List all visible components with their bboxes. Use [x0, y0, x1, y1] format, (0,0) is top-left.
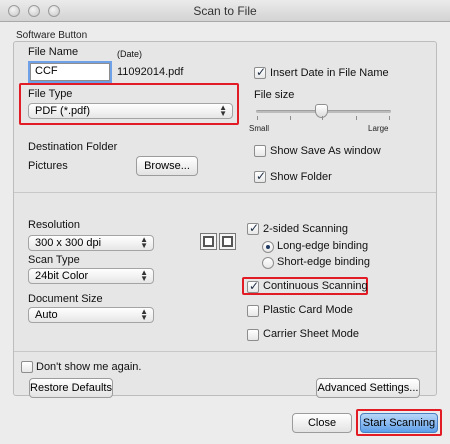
continuous-scanning-label: Continuous Scanning	[263, 280, 368, 292]
plastic-card-checkbox[interactable]	[247, 305, 259, 317]
document-size-select[interactable]: Auto ▲ ▼	[28, 307, 154, 323]
document-size-value: Auto	[35, 309, 58, 321]
scan-type-label: Scan Type	[28, 254, 80, 266]
window-title: Scan to File	[193, 4, 257, 18]
file-size-large-label: Large	[368, 124, 389, 133]
scan-type-value: 24bit Color	[35, 270, 89, 282]
show-save-as-label: Show Save As window	[270, 145, 381, 157]
short-edge-label: Short-edge binding	[277, 256, 370, 268]
long-edge-radio[interactable]	[262, 241, 274, 253]
restore-defaults-button[interactable]: Restore Defaults	[29, 378, 113, 398]
advanced-settings-button[interactable]: Advanced Settings...	[316, 378, 420, 398]
carrier-sheet-checkbox[interactable]	[247, 329, 259, 341]
two-sided-checkbox[interactable]	[247, 221, 259, 235]
close-button[interactable]: Close	[292, 413, 352, 433]
insert-date-checkbox[interactable]	[254, 65, 266, 79]
start-scanning-button[interactable]: Start Scanning	[360, 413, 438, 433]
two-sided-label: 2-sided Scanning	[263, 223, 349, 235]
browse-button[interactable]: Browse...	[136, 156, 198, 176]
file-type-select[interactable]: PDF (*.pdf) ▲ ▼	[28, 103, 233, 119]
dont-show-label: Don't show me again.	[36, 361, 142, 373]
date-label: (Date)	[117, 49, 143, 59]
file-size-label: File size	[254, 89, 295, 101]
title-bar: Scan to File	[0, 0, 450, 22]
short-edge-radio[interactable]	[262, 257, 274, 269]
show-save-as-checkbox[interactable]	[254, 145, 266, 157]
carrier-sheet-label: Carrier Sheet Mode	[263, 328, 359, 340]
resolution-label: Resolution	[28, 219, 80, 231]
file-name-input[interactable]: CCF	[30, 63, 110, 81]
plastic-card-label: Plastic Card Mode	[263, 304, 353, 316]
long-edge-label: Long-edge binding	[277, 240, 369, 252]
slider-tick	[356, 116, 357, 120]
dont-show-checkbox[interactable]	[21, 361, 33, 373]
file-name-label: File Name	[28, 46, 79, 58]
file-size-small-label: Small	[249, 124, 270, 133]
chevron-up-down-icon: ▲ ▼	[140, 307, 148, 322]
slider-tick	[257, 116, 258, 120]
chevron-up-down-icon: ▲ ▼	[140, 268, 148, 283]
file-name-suffix: 11092014.pdf	[117, 66, 184, 78]
resolution-value: 300 x 300 dpi	[35, 237, 102, 249]
resolution-select[interactable]: 300 x 300 dpi ▲ ▼	[28, 235, 154, 251]
group-label-software-button: Software Button	[16, 30, 88, 41]
show-folder-checkbox[interactable]	[254, 169, 266, 183]
insert-date-label: Insert Date in File Name	[270, 67, 389, 79]
file-type-label: File Type	[28, 88, 73, 100]
scan-to-file-window: Scan to File Software Button File Name (…	[0, 0, 450, 444]
show-folder-label: Show Folder	[270, 171, 332, 183]
slider-tick	[389, 116, 390, 120]
destination-folder-value: Pictures	[28, 160, 68, 172]
duplex-pages-icon	[200, 233, 236, 250]
slider-tick	[322, 116, 323, 120]
chevron-up-down-icon: ▲ ▼	[219, 103, 227, 118]
scan-type-select[interactable]: 24bit Color ▲ ▼	[28, 268, 154, 284]
section-divider	[14, 351, 436, 352]
slider-tick	[290, 116, 291, 120]
chevron-up-down-icon: ▲ ▼	[140, 235, 148, 250]
destination-folder-label: Destination Folder	[28, 141, 118, 153]
continuous-scanning-checkbox[interactable]	[247, 279, 259, 293]
section-divider	[14, 192, 436, 193]
file-type-value: PDF (*.pdf)	[35, 105, 91, 117]
document-size-label: Document Size	[28, 293, 103, 305]
